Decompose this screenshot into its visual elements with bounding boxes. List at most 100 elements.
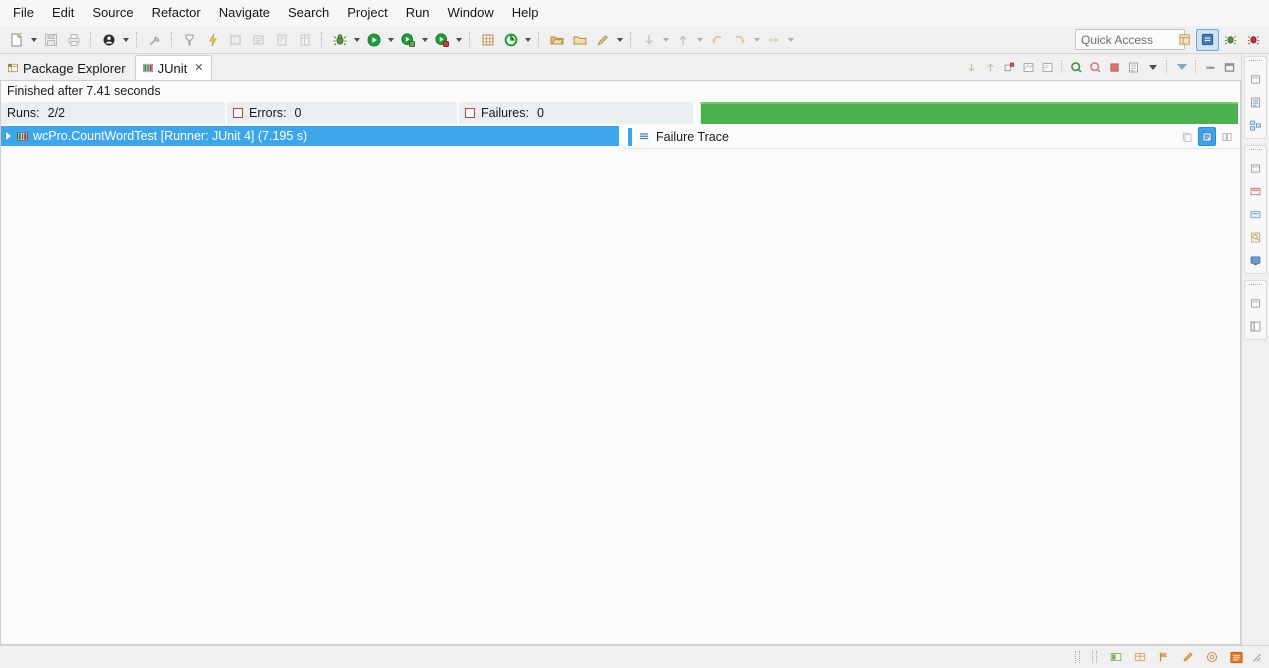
menu-navigate[interactable]: Navigate [210, 3, 279, 24]
status-bar-grip-2[interactable] [1092, 651, 1097, 663]
navigate-button[interactable] [762, 29, 785, 51]
fastview-grip-icon[interactable] [1249, 60, 1262, 64]
java-ee-perspective-tab[interactable] [1242, 29, 1265, 51]
scroll-lock-button[interactable] [1038, 57, 1057, 77]
problems-icon [1251, 163, 1260, 173]
rerun-test-button[interactable] [1067, 57, 1086, 77]
run-button[interactable] [362, 29, 385, 51]
minimize-view-button[interactable] [1201, 57, 1220, 77]
perspective-dropdown[interactable] [120, 30, 131, 50]
grid-button[interactable] [1129, 647, 1151, 667]
resize-grip-icon[interactable] [1249, 650, 1263, 664]
save-button[interactable] [39, 29, 62, 51]
bookmark-dropdown[interactable] [614, 30, 625, 50]
expand-arrow-icon[interactable] [6, 132, 11, 140]
tab-close-icon[interactable]: ✕ [194, 63, 203, 74]
main-toolbar: Quick Access [0, 26, 1269, 54]
search-button[interactable] [568, 29, 591, 51]
coverage-button[interactable] [430, 29, 453, 51]
view-menu-arrow-button[interactable] [1172, 57, 1191, 77]
run-as-dropdown[interactable] [419, 30, 430, 50]
new-wizard-dropdown[interactable] [28, 30, 39, 50]
menu-help[interactable]: Help [503, 3, 548, 24]
open-type-dropdown[interactable] [522, 30, 533, 50]
show-failures-only-button[interactable] [1000, 57, 1019, 77]
menu-file[interactable]: File [4, 3, 43, 24]
compare-result-button[interactable] [1218, 127, 1236, 146]
fastview-grip-icon[interactable] [1249, 149, 1262, 153]
tab-junit[interactable]: JUnit ✕ [134, 55, 213, 80]
menu-source[interactable]: Source [83, 3, 142, 24]
fastview-problems-button[interactable] [1245, 158, 1266, 178]
coverage-dropdown[interactable] [453, 30, 464, 50]
link-editor-button[interactable] [143, 29, 166, 51]
test-suite-row[interactable]: wcPro.CountWordTest [Runner: JUnit 4] (7… [1, 126, 619, 146]
quick-access-input[interactable]: Quick Access [1075, 29, 1185, 50]
notification-button[interactable] [1225, 647, 1247, 667]
next-failed-test-button[interactable] [962, 57, 981, 77]
fastview-hierarchy-button[interactable] [1245, 115, 1266, 135]
debug-dropdown[interactable] [351, 30, 362, 50]
debug-perspective-tab[interactable] [1219, 29, 1242, 51]
test-run-history-button[interactable] [1124, 57, 1143, 77]
bookmark-button[interactable] [591, 29, 614, 51]
run-as-button[interactable] [396, 29, 419, 51]
at-button[interactable] [1201, 647, 1223, 667]
smart-insert-button[interactable] [1105, 647, 1127, 667]
print-button[interactable] [62, 29, 85, 51]
status-bar-grip-1[interactable] [1075, 651, 1080, 663]
pencil-button[interactable] [1177, 647, 1199, 667]
menu-search[interactable]: Search [279, 3, 338, 24]
back-button[interactable] [705, 29, 728, 51]
fastview-grip-icon[interactable] [1249, 284, 1262, 288]
view-menu-button[interactable] [1143, 57, 1162, 77]
debug-button[interactable] [328, 29, 351, 51]
filter-stack-trace-button[interactable] [1198, 127, 1216, 146]
toggle-breakpoint-button[interactable] [270, 29, 293, 51]
forward-dropdown[interactable] [751, 30, 762, 50]
fastview-package-explorer-button[interactable] [1245, 69, 1266, 89]
previous-failed-test-button[interactable] [981, 57, 1000, 77]
show-table-button[interactable] [293, 29, 316, 51]
flag-button[interactable] [1153, 647, 1175, 667]
open-task-button[interactable] [247, 29, 270, 51]
link-editor-icon [149, 35, 160, 45]
build-button[interactable] [201, 29, 224, 51]
tab-package-explorer[interactable]: Package Explorer [0, 55, 135, 80]
open-perspective-button[interactable] [1173, 29, 1196, 51]
fastview-display-button[interactable] [1245, 250, 1266, 270]
external-tools-button[interactable] [224, 29, 247, 51]
fastview-project-explorer-button[interactable] [1245, 293, 1266, 313]
open-resource-button[interactable] [545, 29, 568, 51]
navigate-dropdown[interactable] [785, 30, 796, 50]
new-wizard-button[interactable] [5, 29, 28, 51]
java-perspective-tab[interactable] [1196, 28, 1219, 51]
previous-annotation-button[interactable] [671, 29, 694, 51]
fastview-task-list-button[interactable] [1245, 316, 1266, 336]
java-perspective-button[interactable] [97, 29, 120, 51]
menu-edit[interactable]: Edit [43, 3, 83, 24]
forward-button[interactable] [728, 29, 751, 51]
copy-trace-button[interactable] [1178, 127, 1196, 146]
new-java-package-button[interactable] [476, 29, 499, 51]
rerun-failed-tests-button[interactable] [1086, 57, 1105, 77]
menu-project[interactable]: Project [338, 3, 396, 24]
open-type-button[interactable] [499, 29, 522, 51]
fastview-outline-button[interactable] [1245, 92, 1266, 112]
stop-test-run-button[interactable] [1105, 57, 1124, 77]
test-tree-body[interactable] [1, 146, 619, 644]
previous-annotation-dropdown[interactable] [694, 30, 705, 50]
maximize-view-button[interactable] [1220, 57, 1239, 77]
failure-trace-body[interactable] [624, 149, 1240, 644]
fastview-console-button[interactable] [1245, 204, 1266, 224]
show-tests-in-hierarchy-button[interactable] [1019, 57, 1038, 77]
menu-window[interactable]: Window [439, 3, 503, 24]
run-dropdown[interactable] [385, 30, 396, 50]
menu-run[interactable]: Run [397, 3, 439, 24]
next-annotation-button[interactable] [637, 29, 660, 51]
menu-refactor[interactable]: Refactor [143, 3, 210, 24]
next-annotation-dropdown[interactable] [660, 30, 671, 50]
fastview-servers-button[interactable] [1245, 181, 1266, 201]
fastview-search-button[interactable] [1245, 227, 1266, 247]
new-annotation-button[interactable] [178, 29, 201, 51]
